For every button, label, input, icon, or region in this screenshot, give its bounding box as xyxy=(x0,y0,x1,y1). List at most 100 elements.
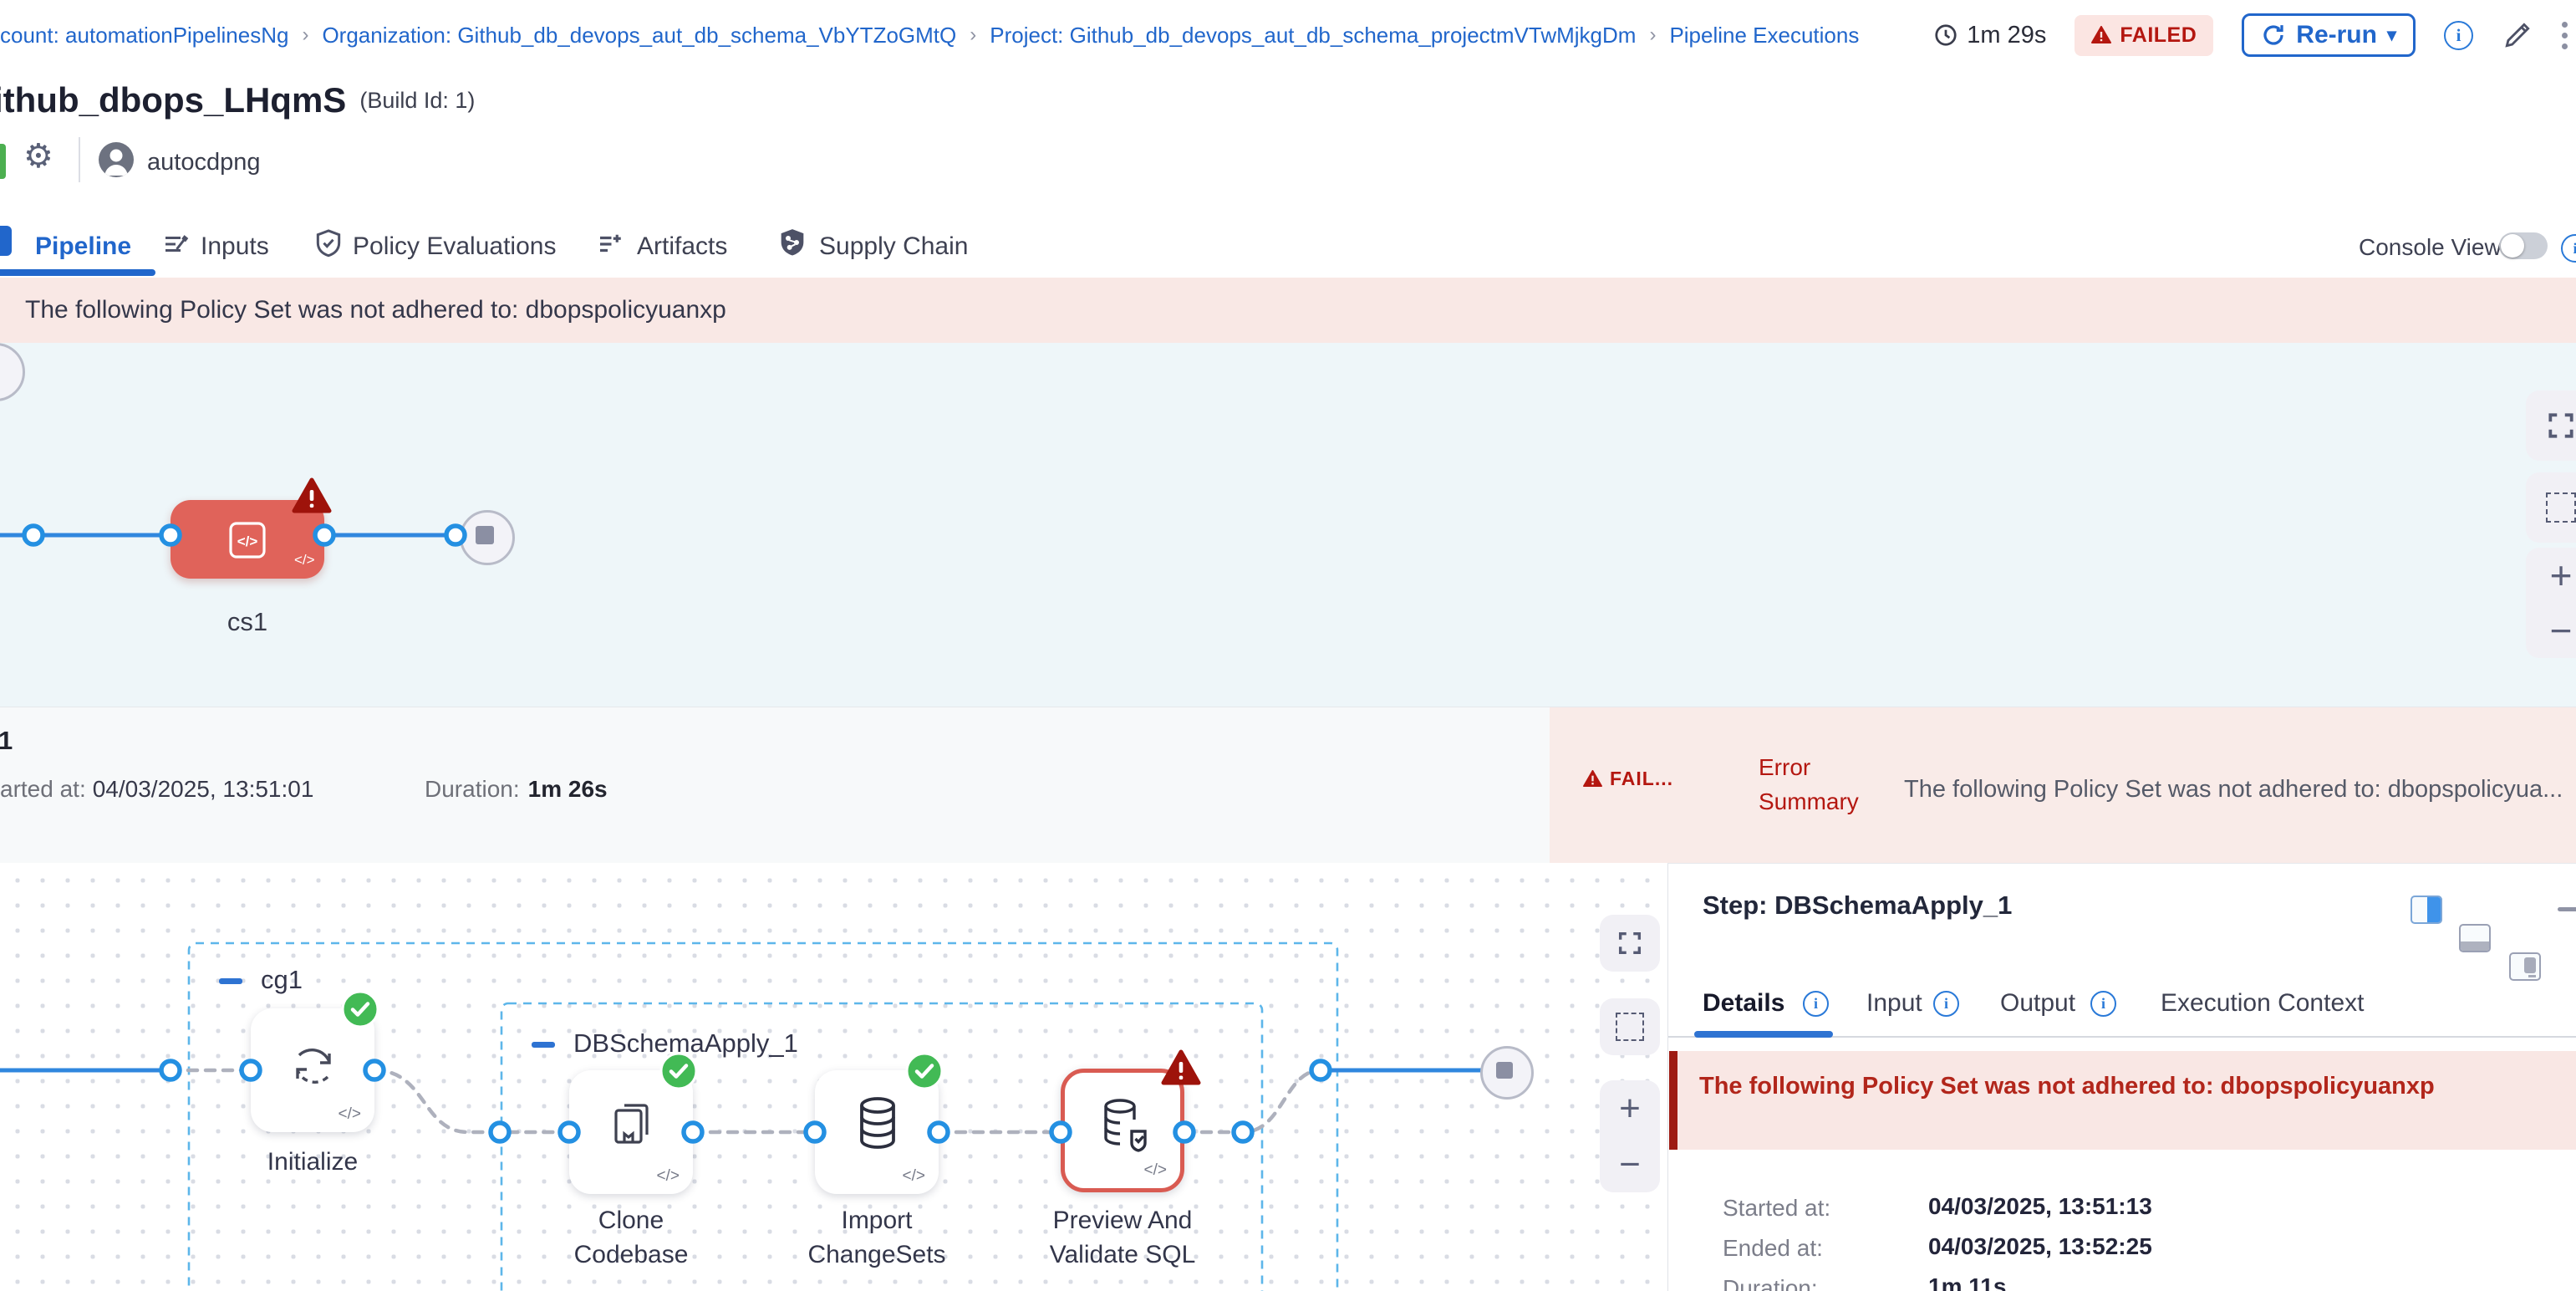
status-badge-label: FAILED xyxy=(2120,23,2197,48)
stage-graph-canvas[interactable]: </> </> cs1 + − xyxy=(0,343,2576,707)
marquee-select-button[interactable] xyxy=(1600,998,1660,1055)
stage-color-tag xyxy=(0,144,6,179)
breadcrumb-account[interactable]: count: automationPipelinesNg xyxy=(0,23,288,48)
fullscreen-button[interactable] xyxy=(2526,390,2576,461)
kebab-menu-icon[interactable] xyxy=(2562,22,2568,49)
step-panel-title: Step: DBSchemaApply_1 xyxy=(1703,890,2012,921)
zoom-in-button[interactable]: + xyxy=(1600,1080,1660,1136)
initialize-refresh-icon xyxy=(288,1040,339,1092)
layout-floating-button[interactable] xyxy=(2509,952,2541,981)
field-ended-at-value: 04/03/2025, 13:52:25 xyxy=(1928,1233,2152,1260)
warning-triangle-icon xyxy=(1583,770,1602,788)
zoom-controls: + − xyxy=(1600,1080,1660,1192)
details-info-icon[interactable]: i xyxy=(1803,991,1829,1017)
active-tab-underline xyxy=(0,269,155,276)
meta-divider xyxy=(79,137,80,182)
code-glyph: </> xyxy=(903,1167,925,1186)
layout-split-right-button[interactable] xyxy=(2411,896,2442,924)
zoom-controls: + − xyxy=(2526,548,2576,658)
fail-badge: FAIL... xyxy=(1583,768,1673,790)
marquee-select-button[interactable] xyxy=(2526,472,2576,543)
console-view-label: Console View xyxy=(2359,234,2502,261)
step-clone-codebase-label: Clone Codebase xyxy=(547,1204,715,1272)
breadcrumb-separator: › xyxy=(302,23,308,47)
duration-label: Duration: xyxy=(425,776,520,803)
breadcrumb-separator: › xyxy=(970,23,976,47)
tab-pipeline[interactable]: Pipeline xyxy=(35,232,131,261)
tab-policy-evaluations[interactable]: Policy Evaluations xyxy=(353,232,556,261)
started-at-label: arted at: xyxy=(0,776,86,803)
execution-graph-canvas[interactable]: cg1 DBSchemaApply_1 </> Initialize xyxy=(0,863,1667,1291)
code-glyph: </> xyxy=(339,1105,361,1124)
panel-tab-details[interactable]: Details xyxy=(1703,989,1784,1018)
elapsed-time: 1m 29s xyxy=(1933,22,2046,49)
step-error-message: The following Policy Set was not adhered… xyxy=(1699,1073,2435,1100)
code-glyph: </> xyxy=(1144,1161,1167,1180)
console-view-toggle[interactable] xyxy=(2499,232,2548,259)
error-summary-strip: FAIL... Error Summary The following Poli… xyxy=(1550,707,2576,864)
elapsed-time-value: 1m 29s xyxy=(1967,22,2046,49)
step-initialize-label: Initialize xyxy=(246,1146,379,1180)
page-title: ithub_dbops_LHqmS xyxy=(0,80,346,120)
panel-tab-input[interactable]: Input xyxy=(1866,989,1922,1018)
step-preview-validate-sql[interactable]: </> xyxy=(1061,1069,1184,1192)
breadcrumb-pipeline-executions[interactable]: Pipeline Executions xyxy=(1669,23,1859,48)
step-success-badge xyxy=(905,1052,944,1090)
breadcrumb-separator: › xyxy=(1649,23,1656,47)
policy-banner-message: The following Policy Set was not adhered… xyxy=(25,296,726,324)
caret-down-icon: ▾ xyxy=(2387,24,2396,46)
panel-tab-execution-context[interactable]: Execution Context xyxy=(2161,989,2364,1018)
status-badge: FAILED xyxy=(2075,15,2213,56)
stage-duration: Duration: 1m 26s xyxy=(425,776,608,803)
minimize-panel-button[interactable] xyxy=(2558,907,2576,911)
field-ended-at-label: Ended at: xyxy=(1723,1235,1823,1262)
stage-graph-links xyxy=(0,343,2576,707)
zoom-out-button[interactable]: − xyxy=(2526,603,2576,658)
field-duration-value: 1m 11s xyxy=(1928,1273,2006,1291)
breadcrumb-project[interactable]: Project: Github_db_devops_aut_db_schema_… xyxy=(990,23,1636,48)
supply-chain-shield-icon xyxy=(776,226,809,259)
fullscreen-button[interactable] xyxy=(1600,915,1660,972)
pipeline-execution-page: count: automationPipelinesNg › Organizat… xyxy=(0,0,2576,1291)
pipeline-title-row: ithub_dbops_LHqmS (Build Id: 1) xyxy=(0,80,475,120)
user-avatar-icon xyxy=(99,142,134,177)
refresh-icon xyxy=(2261,23,2286,48)
trigger-user-label: autocdpng xyxy=(147,149,260,176)
warning-triangle-icon xyxy=(2091,26,2111,44)
build-id: (Build Id: 1) xyxy=(359,88,475,114)
tab-inputs[interactable]: Inputs xyxy=(201,232,269,261)
input-info-icon[interactable]: i xyxy=(1933,991,1959,1017)
rerun-button-label: Re-run xyxy=(2296,21,2377,49)
pipeline-tab-icon xyxy=(0,226,12,256)
tab-artifacts[interactable]: Artifacts xyxy=(637,232,727,261)
info-icon[interactable]: i xyxy=(2444,21,2473,50)
zoom-out-button[interactable]: − xyxy=(1600,1136,1660,1192)
panel-active-tab-underline xyxy=(1694,1031,1833,1038)
panel-tab-output[interactable]: Output xyxy=(2000,989,2075,1018)
group-cg1-label: cg1 xyxy=(261,965,303,995)
svg-text:</>: </> xyxy=(237,533,258,549)
clone-codebase-icon xyxy=(606,1095,658,1151)
gear-icon[interactable]: ⚙ xyxy=(23,137,53,176)
collapse-group-cg1-button[interactable] xyxy=(219,978,242,984)
breadcrumb-organization[interactable]: Organization: Github_db_devops_aut_db_sc… xyxy=(322,23,956,48)
step-import-changesets-label: Import ChangeSets xyxy=(776,1204,977,1272)
breadcrumb: count: automationPipelinesNg › Organizat… xyxy=(0,0,1956,70)
field-duration-label: Duration: xyxy=(1723,1275,1818,1291)
stage-info-bar: 1 arted at: 04/03/2025, 13:51:01 Duratio… xyxy=(0,707,2576,864)
duration-value: 1m 26s xyxy=(528,776,608,803)
policy-shield-icon xyxy=(313,227,344,259)
output-info-icon[interactable]: i xyxy=(2090,991,2116,1017)
tab-supply-chain[interactable]: Supply Chain xyxy=(819,232,968,261)
stage-started-at: arted at: 04/03/2025, 13:51:01 xyxy=(0,776,313,803)
custom-stage-icon: </> xyxy=(226,518,269,562)
step-failed-badge xyxy=(1160,1049,1202,1087)
rerun-button[interactable]: Re-run ▾ xyxy=(2242,13,2416,57)
collapse-group-dbschemaapply-button[interactable] xyxy=(532,1042,555,1048)
policy-violation-banner: The following Policy Set was not adhered… xyxy=(0,278,2576,343)
layout-bottom-button[interactable] xyxy=(2459,924,2491,952)
stop-icon xyxy=(476,526,494,544)
code-glyph: </> xyxy=(657,1167,680,1186)
zoom-in-button[interactable]: + xyxy=(2526,548,2576,603)
edit-pencil-icon[interactable] xyxy=(2502,19,2533,51)
